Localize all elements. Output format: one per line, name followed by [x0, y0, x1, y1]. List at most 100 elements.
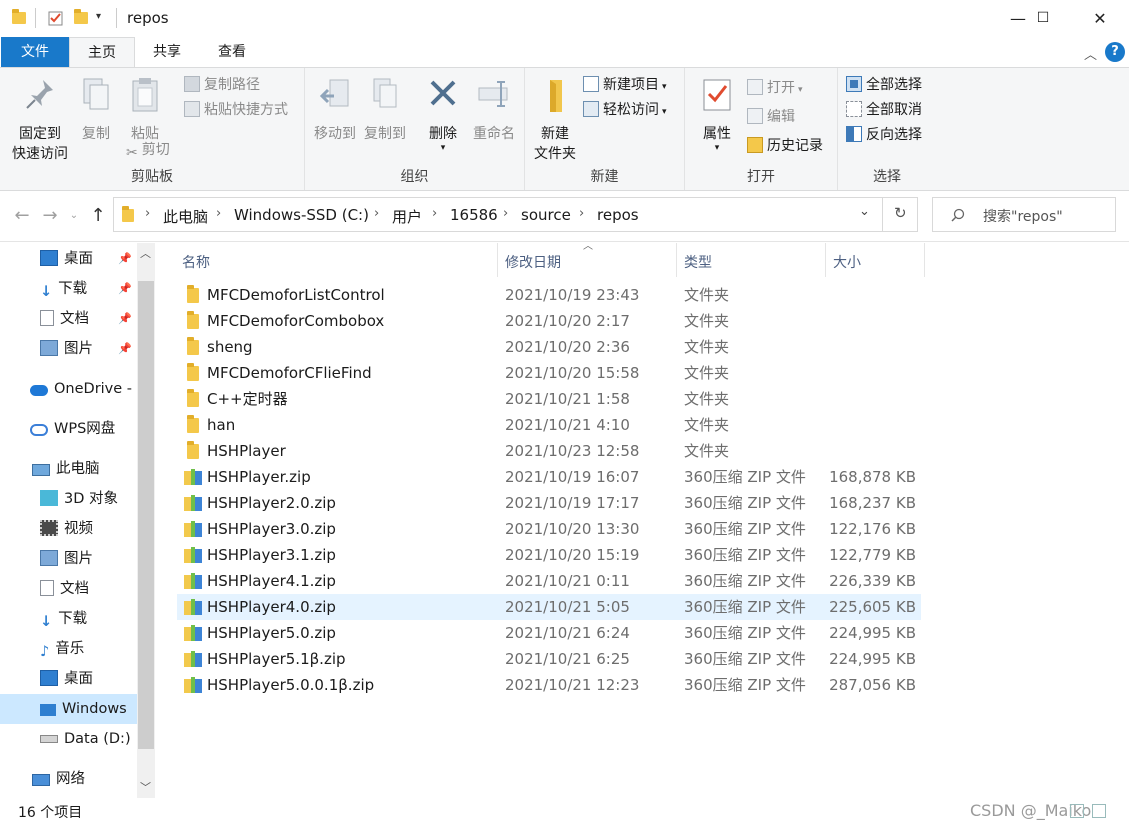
column-header-date[interactable]: 修改日期	[505, 249, 561, 277]
file-row[interactable]: HSHPlayer 2021/10/23 12:58 文件夹	[177, 438, 921, 464]
file-row[interactable]: HSHPlayer.zip 2021/10/19 16:07 360压缩 ZIP 文…	[177, 464, 921, 490]
help-icon[interactable]: ?	[1105, 42, 1125, 62]
tab-file[interactable]: 文件	[1, 37, 69, 67]
nav-item-3d-objects[interactable]: 3D 对象	[40, 485, 118, 513]
file-row[interactable]: HSHPlayer2.0.zip 2021/10/19 17:17 360压缩 ZI…	[177, 490, 921, 516]
copy-to-button[interactable]: 复制到	[361, 76, 409, 144]
breadcrumb-user[interactable]: 16586	[450, 206, 498, 224]
breadcrumb-separator[interactable]: ›	[503, 206, 508, 221]
refresh-icon[interactable]: ↻	[894, 204, 907, 222]
forward-arrow-icon[interactable]: →	[38, 204, 62, 228]
column-divider[interactable]	[825, 243, 826, 277]
up-arrow-icon[interactable]: ↑	[86, 204, 110, 228]
properties-icon[interactable]	[48, 10, 64, 26]
select-none-button[interactable]: 全部取消	[846, 99, 922, 121]
tab-share[interactable]: 共享	[135, 37, 199, 67]
column-divider[interactable]	[497, 243, 498, 277]
breadcrumb-separator[interactable]: ›	[432, 206, 437, 221]
column-header-size[interactable]: 大小	[833, 249, 861, 277]
new-folder-icon[interactable]	[74, 9, 88, 24]
file-row[interactable]: HSHPlayer4.0.zip 2021/10/21 5:05 360压缩 ZIP…	[177, 594, 921, 620]
file-row[interactable]: HSHPlayer3.1.zip 2021/10/20 15:19 360压缩 ZI…	[177, 542, 921, 568]
address-bar[interactable]: › 此电脑 › Windows-SSD (C:) › 用户 › 16586 › …	[113, 197, 918, 232]
move-to-button[interactable]: 移动到	[311, 76, 359, 144]
easy-access-button[interactable]: 轻松访问 ▾	[583, 99, 667, 121]
file-row[interactable]: sheng 2021/10/20 2:36 文件夹	[177, 334, 921, 360]
file-row[interactable]: MFCDemoforCFlieFind 2021/10/20 15:58 文件夹	[177, 360, 921, 386]
cut-button[interactable]: ✂ 剪切	[126, 139, 170, 161]
nav-item-music[interactable]: ♪ 音乐	[40, 635, 84, 663]
paste-button[interactable]: 粘贴	[120, 76, 170, 144]
breadcrumb-separator[interactable]: ›	[374, 206, 379, 221]
copy-path-button[interactable]: 复制路径	[184, 74, 260, 96]
edit-button[interactable]: 编辑	[747, 106, 795, 128]
breadcrumb-repos[interactable]: repos	[597, 206, 639, 224]
nav-item-network[interactable]: 网络	[32, 765, 85, 793]
nav-item-this-pc[interactable]: 此电脑	[32, 455, 100, 483]
history-button[interactable]: 历史记录	[747, 135, 823, 157]
column-divider[interactable]	[676, 243, 677, 277]
nav-item-pc-downloads[interactable]: ↓ 下载	[40, 605, 87, 633]
column-header-name[interactable]: 名称	[182, 249, 210, 277]
file-row[interactable]: C++定时器 2021/10/21 1:58 文件夹	[177, 386, 921, 412]
file-row[interactable]: HSHPlayer5.1β.zip 2021/10/21 6:25 360压缩 ZI…	[177, 646, 921, 672]
delete-dropdown-icon[interactable]: ▾	[421, 144, 465, 153]
address-dropdown-icon[interactable]: ⌄	[859, 204, 870, 219]
large-icons-view-icon[interactable]	[1092, 804, 1106, 818]
nav-item-downloads[interactable]: ↓ 下载	[40, 275, 87, 303]
file-row[interactable]: han 2021/10/21 4:10 文件夹	[177, 412, 921, 438]
delete-button[interactable]: 删除 ▾	[421, 76, 465, 153]
nav-item-pc-desktop[interactable]: 桌面	[40, 665, 93, 693]
scroll-down-icon[interactable]: ﹀	[140, 779, 151, 795]
search-input[interactable]: 搜索"repos"	[932, 197, 1116, 232]
select-all-button[interactable]: 全部选择	[846, 74, 922, 96]
breadcrumb-this-pc[interactable]: 此电脑	[163, 206, 208, 227]
breadcrumb-separator[interactable]: ›	[145, 206, 150, 221]
properties-dropdown-icon[interactable]: ▾	[693, 144, 741, 153]
new-item-button[interactable]: 新建项目 ▾	[583, 74, 667, 96]
column-header-type[interactable]: 类型	[684, 249, 712, 277]
nav-item-desktop[interactable]: 桌面	[40, 245, 93, 273]
nav-item-documents[interactable]: 文档	[40, 305, 89, 333]
details-view-icon[interactable]	[1070, 804, 1084, 818]
scroll-up-icon[interactable]: ︿	[140, 245, 151, 261]
file-row[interactable]: MFCDemoforCombobox 2021/10/20 2:17 文件夹	[177, 308, 921, 334]
nav-scrollbar[interactable]: ︿ ﹀	[137, 243, 155, 798]
breadcrumb-source[interactable]: source	[521, 206, 571, 224]
open-button[interactable]: 打开 ▾	[747, 77, 803, 99]
file-row[interactable]: HSHPlayer4.1.zip 2021/10/21 0:11 360压缩 ZIP…	[177, 568, 921, 594]
file-row[interactable]: HSHPlayer5.0.0.1β.zip 2021/10/21 12:23 360…	[177, 672, 921, 698]
nav-item-pictures[interactable]: 图片	[40, 335, 93, 363]
nav-item-pc-documents[interactable]: 文档	[40, 575, 89, 603]
file-row[interactable]: HSHPlayer5.0.zip 2021/10/21 6:24 360压缩 ZIP…	[177, 620, 921, 646]
nav-item-videos[interactable]: 视频	[40, 515, 93, 543]
file-row[interactable]: MFCDemoforListControl 2021/10/19 23:43 文件夹	[177, 282, 921, 308]
nav-scroll-thumb[interactable]	[138, 281, 154, 749]
nav-item-data-drive[interactable]: Data (D:)	[40, 725, 131, 753]
qat-dropdown-icon[interactable]: ▾	[96, 11, 101, 22]
breadcrumb-separator[interactable]: ›	[579, 206, 584, 221]
recent-locations-icon[interactable]: ⌄	[62, 204, 86, 228]
nav-item-onedrive[interactable]: OneDrive -	[30, 375, 136, 403]
maximize-button[interactable]: ☐	[1020, 0, 1066, 37]
nav-item-pc-pictures[interactable]: 图片	[40, 545, 93, 573]
pin-quick-access-button[interactable]: 固定到 快速访问	[6, 76, 74, 164]
nav-item-wps[interactable]: WPS网盘	[30, 415, 115, 443]
back-arrow-icon[interactable]: ←	[10, 204, 34, 228]
copy-button[interactable]: 复制	[74, 76, 118, 144]
nav-item-windows-drive[interactable]: Windows	[0, 694, 137, 724]
invert-selection-button[interactable]: 反向选择	[846, 124, 922, 146]
paste-shortcut-button[interactable]: 粘贴快捷方式	[184, 99, 288, 121]
collapse-ribbon-icon[interactable]: ︿	[1084, 44, 1097, 63]
properties-button[interactable]: 属性 ▾	[693, 76, 741, 153]
breadcrumb-users[interactable]: 用户	[392, 206, 422, 227]
new-folder-button[interactable]: 新建 文件夹	[527, 76, 583, 164]
breadcrumb-drive[interactable]: Windows-SSD (C:)	[234, 206, 369, 224]
file-row[interactable]: HSHPlayer3.0.zip 2021/10/20 13:30 360压缩 ZI…	[177, 516, 921, 542]
tab-home[interactable]: 主页	[69, 37, 135, 68]
column-divider[interactable]	[924, 243, 925, 277]
breadcrumb-separator[interactable]: ›	[216, 206, 221, 221]
tab-view[interactable]: 查看	[199, 37, 265, 67]
close-button[interactable]: ✕	[1077, 0, 1123, 37]
rename-button[interactable]: 重命名	[467, 76, 521, 144]
